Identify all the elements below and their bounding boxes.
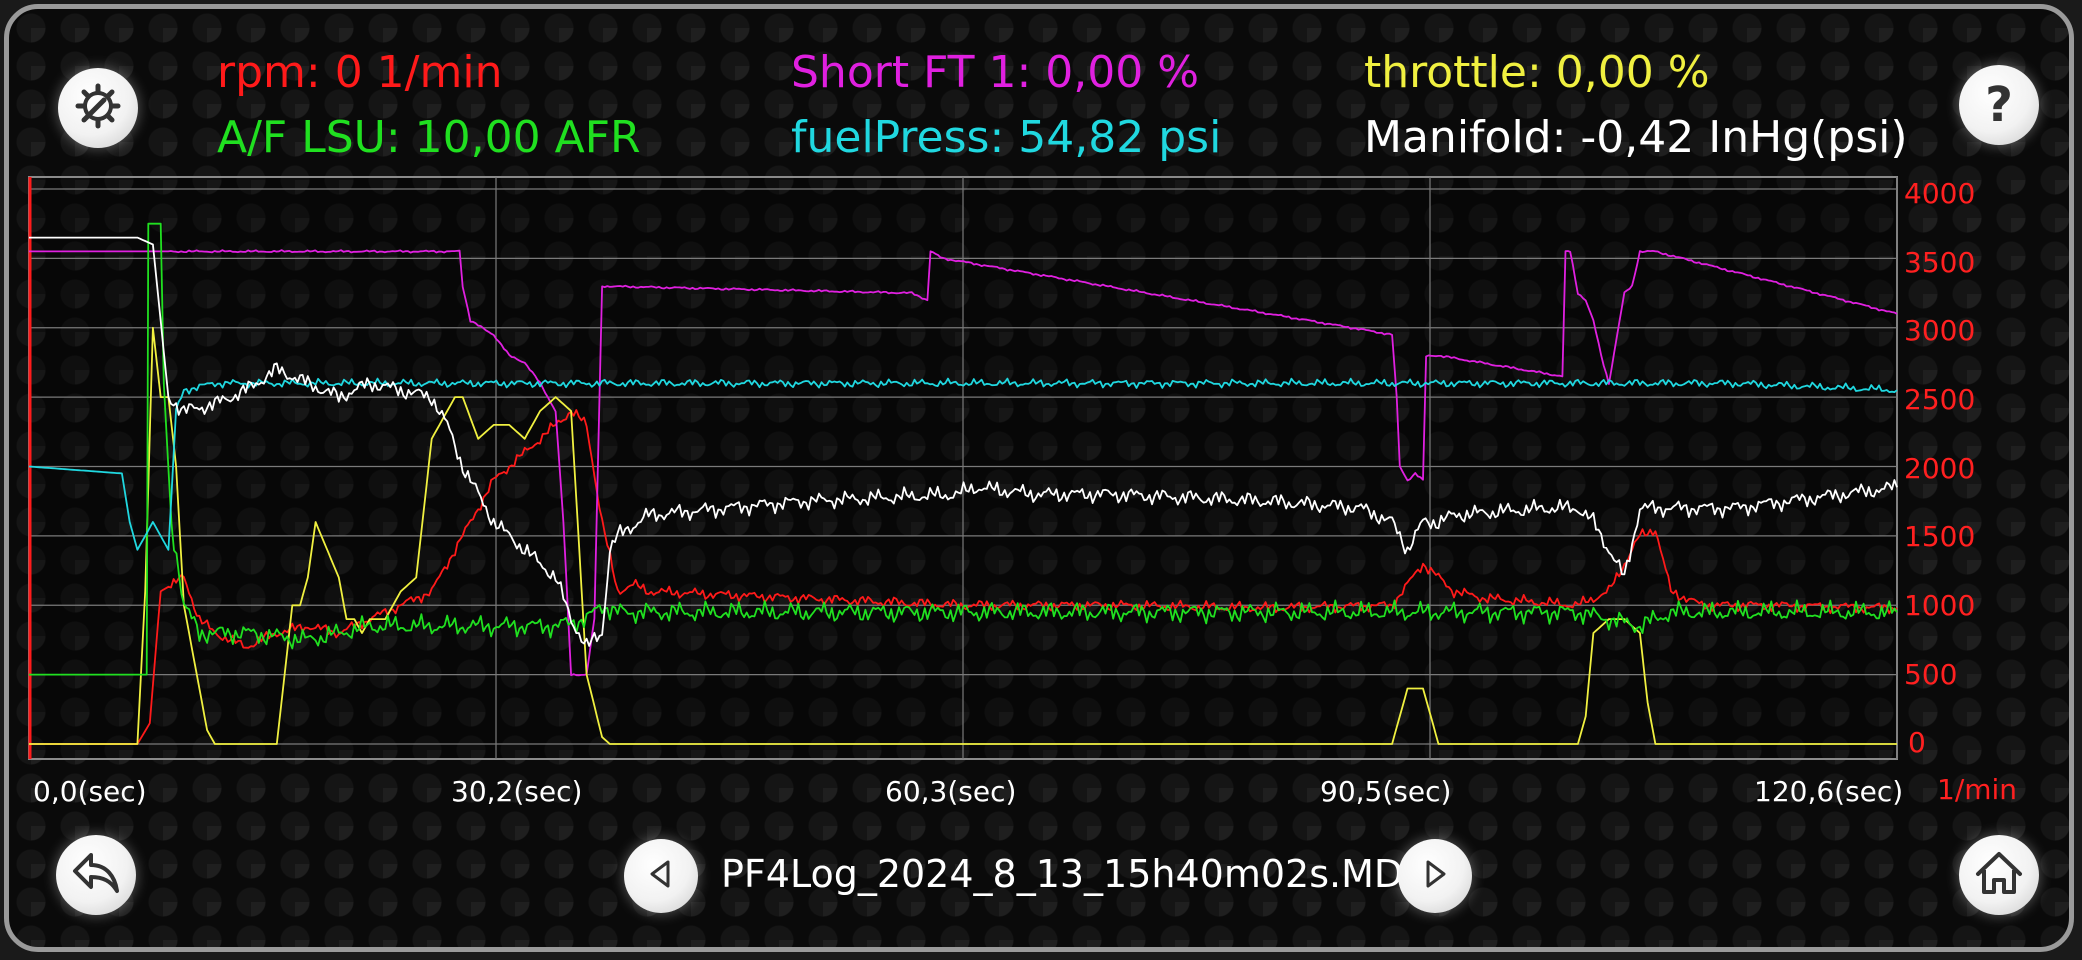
y-tick-label: 3500 [1904,246,1976,279]
y-tick-label: 2000 [1904,452,1976,485]
y-tick-label: 1500 [1904,520,1976,553]
y-tick-label: 2500 [1904,383,1976,416]
log-filename: PF4Log_2024_8_13_15h40m02s.MDF [721,852,1426,896]
y-tick-label: 500 [1904,658,1958,691]
undo-arrow-icon [71,851,121,899]
app-frame: ? rpm: 0 1/min Short FT 1: 0,00 % thrott… [4,4,2074,952]
y-tick-label: 4000 [1904,177,1976,210]
x-tick-label: 0,0(sec) [33,775,147,808]
home-icon [1974,850,2024,900]
triangle-right-icon [1420,859,1450,893]
x-tick-label: 120,6(sec) [1754,775,1904,808]
y-tick-label: 1000 [1904,589,1976,622]
x-tick-label: 90,5(sec) [1320,775,1452,808]
triangle-left-icon [646,859,676,893]
y-tick-label: 3000 [1904,314,1976,347]
back-button[interactable] [56,835,136,915]
prev-file-button[interactable] [624,839,698,913]
home-button[interactable] [1959,835,2039,915]
x-tick-label: 30,2(sec) [451,775,583,808]
next-file-button[interactable] [1398,839,1472,913]
y-tick-label: 0 [1908,726,1926,759]
x-tick-label: 60,3(sec) [885,775,1017,808]
log-chart[interactable] [9,9,2069,949]
y-unit-label: 1/min [1937,773,2018,806]
